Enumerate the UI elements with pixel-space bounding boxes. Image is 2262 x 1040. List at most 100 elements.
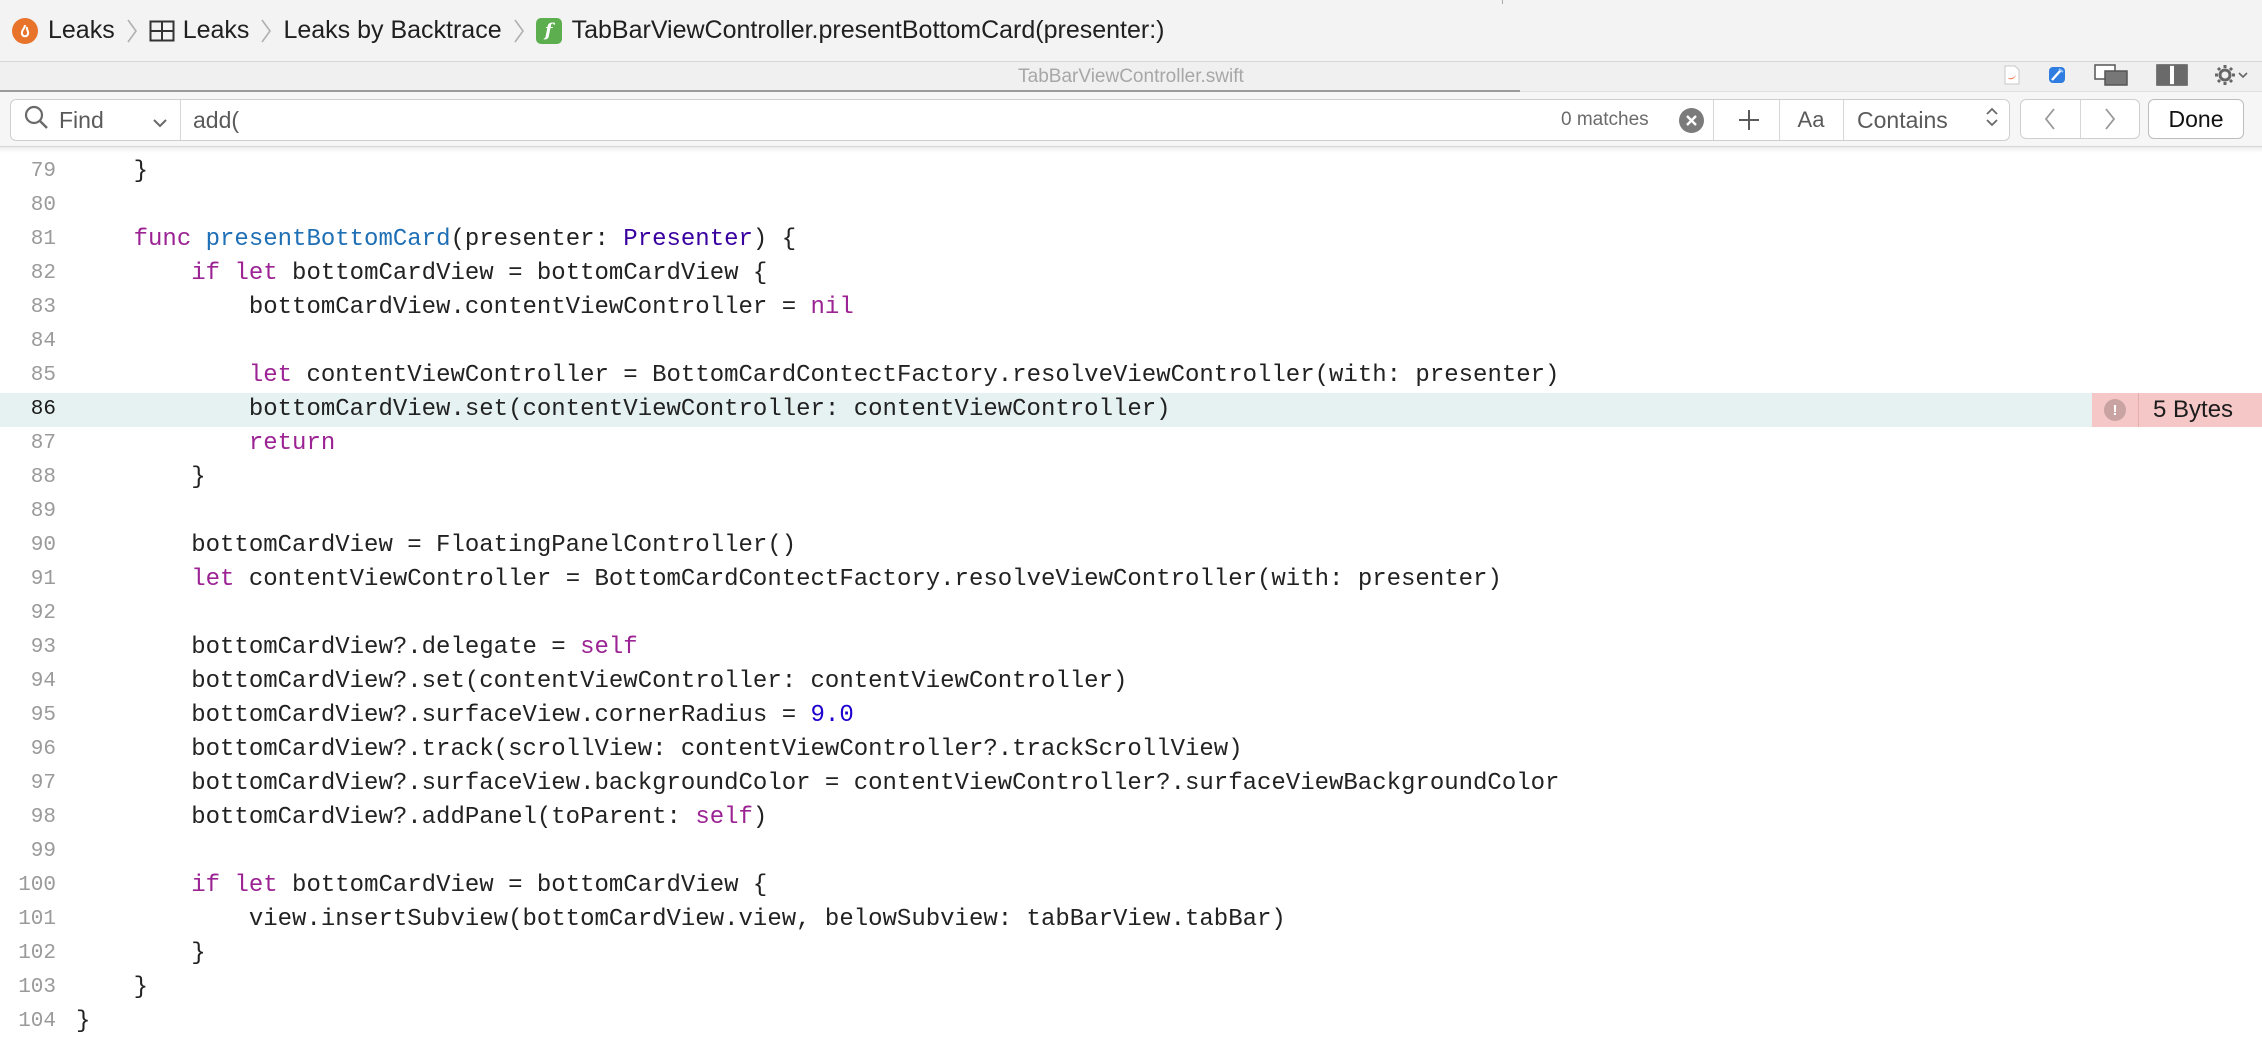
code-line[interactable]: 88 } [0, 461, 2262, 495]
code-line[interactable]: 94 bottomCardView?.set(contentViewContro… [0, 665, 2262, 699]
code-line[interactable]: 79 } [0, 155, 2262, 189]
code-line[interactable]: 90 bottomCardView = FloatingPanelControl… [0, 529, 2262, 563]
done-button[interactable]: Done [2148, 99, 2244, 139]
chevron-left-icon [2045, 108, 2055, 130]
code-line[interactable]: 86 bottomCardView.set(contentViewControl… [0, 393, 2262, 427]
find-input[interactable] [193, 100, 1473, 140]
code-text: if let bottomCardView = bottomCardView { [191, 872, 768, 899]
code-line[interactable]: 100 if let bottomCardView = bottomCardVi… [0, 869, 2262, 903]
match-case-button[interactable]: Aa [1789, 100, 1833, 140]
code-line[interactable]: 101 view.insertSubview(bottomCardView.vi… [0, 903, 2262, 937]
code-line[interactable]: 99 [0, 835, 2262, 869]
line-number: 87 [30, 432, 56, 455]
line-number: 100 [18, 874, 56, 897]
breadcrumb-item-leaks-by-backtrace[interactable]: Leaks by Backtrace [283, 16, 501, 45]
code-text: } [76, 1008, 91, 1035]
breadcrumb-bar: Leaks Leaks Leaks by Backtrace f TabBarV… [0, 0, 2262, 62]
code-line[interactable]: 84 [0, 325, 2262, 359]
code-line[interactable]: 98 bottomCardView?.addPanel(toParent: se… [0, 801, 2262, 835]
code-line[interactable]: 91 let contentViewController = BottomCar… [0, 563, 2262, 597]
previous-match-button[interactable] [2021, 100, 2080, 138]
code-text: let contentViewController = BottomCardCo… [248, 362, 1560, 389]
code-text: bottomCardView?.delegate = self [76, 634, 638, 661]
line-number: 97 [30, 772, 56, 795]
breadcrumb-label: TabBarViewController.presentBottomCard(p… [571, 16, 1165, 44]
exclamation-icon: ! [2104, 399, 2126, 421]
divider [1843, 100, 1844, 140]
match-navigation [2020, 99, 2140, 139]
line-number: 85 [30, 364, 56, 387]
line-number: 86 [30, 398, 56, 421]
code-line[interactable]: 95 bottomCardView?.surfaceView.cornerRad… [0, 699, 2262, 733]
line-number: 92 [30, 602, 56, 625]
code-line[interactable]: 96 bottomCardView?.track(scrollView: con… [0, 733, 2262, 767]
leak-annotation[interactable]: ! 5 Bytes [2092, 393, 2262, 427]
file-header: TabBarViewController.swift [0, 62, 2262, 92]
code-line[interactable]: 82 if let bottomCardView = bottomCardVie… [0, 257, 2262, 291]
code-text: bottomCardView = FloatingPanelController… [76, 532, 797, 559]
code-line[interactable]: 102 } [0, 937, 2262, 971]
window-tick [1502, 0, 1503, 4]
match-type-select[interactable]: Contains [1857, 100, 2007, 140]
clear-search-button[interactable] [1679, 108, 1704, 133]
line-number: 102 [18, 942, 56, 965]
next-match-button[interactable] [2079, 100, 2140, 138]
swift-file-icon[interactable] [2004, 65, 2020, 90]
line-number: 99 [30, 840, 56, 863]
code-text: bottomCardView?.surfaceView.cornerRadius… [76, 702, 854, 729]
code-line[interactable]: 104} [0, 1005, 2262, 1039]
line-number: 83 [30, 296, 56, 319]
close-icon [1686, 115, 1697, 126]
chevron-right-icon [512, 17, 526, 45]
up-down-chevron-icon [1985, 105, 1999, 135]
code-text: bottomCardView.set(contentViewController… [76, 396, 1171, 423]
code-line[interactable]: 83 bottomCardView.contentViewController … [0, 291, 2262, 325]
function-icon: f [535, 17, 562, 44]
breadcrumb-item-leaks-app[interactable]: Leaks [12, 16, 115, 45]
code-line[interactable]: 85 let contentViewController = BottomCar… [0, 359, 2262, 393]
code-line[interactable]: 87 return [0, 427, 2262, 461]
code-text: view.insertSubview(bottomCardView.view, … [76, 906, 1286, 933]
breadcrumb-label: Leaks by Backtrace [283, 16, 502, 44]
search-icon [23, 104, 49, 136]
code-text: bottomCardView.contentViewController = n… [76, 294, 854, 321]
code-line[interactable]: 89 [0, 495, 2262, 529]
line-number: 91 [30, 568, 56, 591]
breadcrumb-item-function[interactable]: f TabBarViewController.presentBottomCard… [535, 16, 1165, 45]
divider [1779, 100, 1780, 140]
plus-icon [1739, 110, 1759, 130]
line-number: 104 [18, 1010, 56, 1033]
line-number: 98 [30, 806, 56, 829]
file-title: TabBarViewController.swift [1018, 66, 1244, 87]
line-number: 101 [18, 908, 56, 931]
line-number: 81 [30, 228, 56, 251]
code-text: } [76, 974, 149, 1001]
code-line[interactable]: 103 } [0, 971, 2262, 1005]
find-mode-dropdown[interactable]: Find [11, 100, 181, 140]
code-editor[interactable]: 79 } 80 81 func presentBottomCard(presente… [0, 147, 2262, 1040]
code-text: if let bottomCardView = bottomCardView { [191, 260, 768, 287]
line-number: 103 [18, 976, 56, 999]
header-icon-group [2004, 62, 2248, 92]
code-line[interactable]: 97 bottomCardView?.surfaceView.backgroun… [0, 767, 2262, 801]
code-text: } [76, 940, 206, 967]
split-view-icon[interactable] [2156, 63, 2188, 91]
code-text: } [76, 464, 206, 491]
code-line[interactable]: 92 [0, 597, 2262, 631]
chevron-right-icon [125, 17, 139, 45]
breadcrumb-item-leaks-instrument[interactable]: Leaks [149, 16, 249, 45]
leak-size-label: 5 Bytes [2153, 396, 2234, 423]
gear-icon[interactable] [2214, 64, 2248, 91]
match-type-label: Contains [1857, 106, 1948, 133]
code-line[interactable]: 93 bottomCardView?.delegate = self [0, 631, 2262, 665]
line-number: 88 [30, 466, 56, 489]
code-line[interactable]: 81 func presentBottomCard(presenter: Pre… [0, 223, 2262, 257]
editor-layout-icon[interactable] [2094, 63, 2130, 91]
code-line[interactable]: 80 [0, 189, 2262, 223]
xcode-icon[interactable] [2046, 64, 2068, 91]
line-number: 96 [30, 738, 56, 761]
add-find-option-button[interactable] [1729, 100, 1769, 140]
breadcrumb-label: Leaks [48, 16, 115, 44]
scroll-shadow [0, 147, 2262, 153]
grid-icon [149, 20, 175, 42]
